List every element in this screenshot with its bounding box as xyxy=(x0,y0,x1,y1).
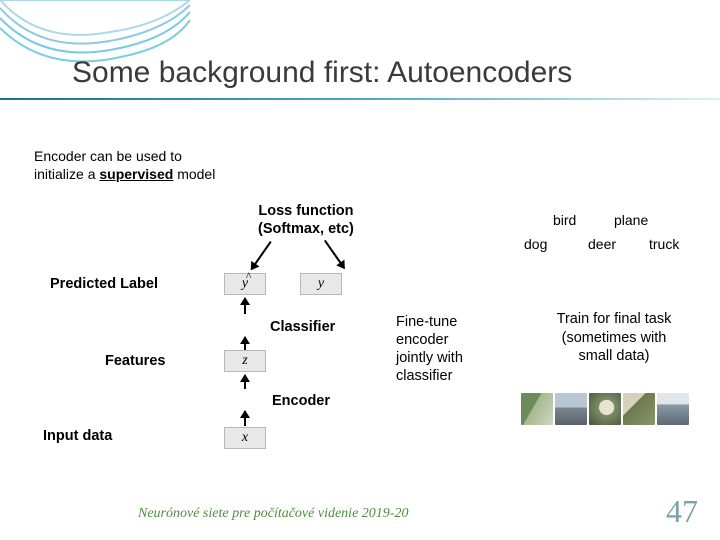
slide-title: Some background first: Autoencoders xyxy=(72,56,572,90)
arrow-icon xyxy=(244,411,246,426)
subhead-text: Encoder can be used to initialize a supe… xyxy=(34,148,215,183)
var-z-box: z xyxy=(224,350,266,372)
class-labels: dog xyxy=(524,236,547,252)
features-label: Features xyxy=(105,353,165,369)
footer-text: Neurónové siete pre počítačové videnie 2… xyxy=(138,506,408,522)
arrow-icon xyxy=(244,375,246,389)
encoder-label: Encoder xyxy=(272,393,330,409)
arrow-icon xyxy=(250,241,271,270)
loss-function-label: Loss function(Softmax, etc) xyxy=(258,202,354,238)
predicted-label-text: Predicted Label xyxy=(50,276,158,292)
classifier-label: Classifier xyxy=(270,319,335,335)
arrow-icon xyxy=(244,337,246,350)
var-y-box: y xyxy=(300,273,342,295)
class-labels: deer xyxy=(588,236,616,252)
title-underline xyxy=(0,98,720,100)
class-labels: plane xyxy=(614,212,648,228)
finetune-text: Fine-tune encoder jointly with classifie… xyxy=(396,313,463,386)
slide-number: 47 xyxy=(666,493,698,530)
class-labels: bird xyxy=(553,212,576,228)
class-labels: truck xyxy=(649,236,679,252)
var-x-box: x xyxy=(224,427,266,449)
arrow-icon xyxy=(244,298,246,314)
arrow-icon xyxy=(324,240,345,269)
train-for-text: Train for final task (sometimes with sma… xyxy=(530,310,698,366)
var-yhat-box: y xyxy=(224,273,266,295)
image-thumbnails xyxy=(521,393,693,431)
input-data-label: Input data xyxy=(43,428,112,444)
